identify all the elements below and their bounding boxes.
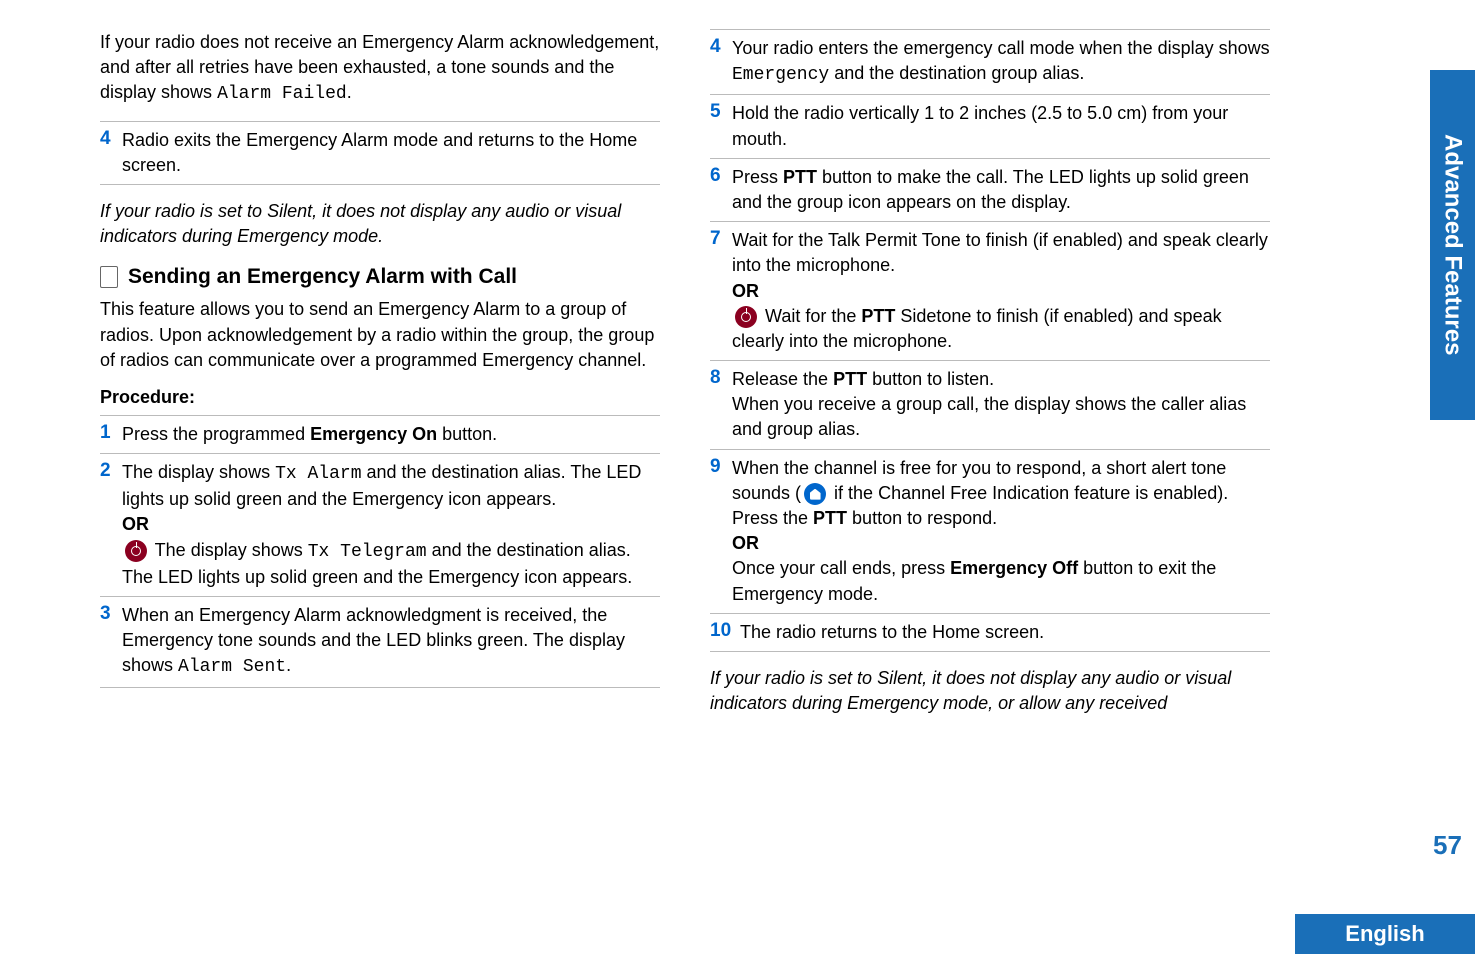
- or-label: OR: [122, 512, 660, 537]
- language-label: English: [1295, 914, 1475, 954]
- heading-desc: This feature allows you to send an Emerg…: [100, 297, 660, 373]
- or-label: OR: [732, 531, 1270, 556]
- radio-icon: [735, 306, 757, 328]
- left-column: If your radio does not receive an Emerge…: [100, 30, 660, 730]
- step-number: 4: [100, 128, 122, 178]
- text: Wait for the Talk Permit Tone to finish …: [732, 230, 1268, 275]
- text: button to respond.: [847, 508, 997, 528]
- channel-icon-inner: [810, 489, 821, 500]
- step-1: 1 Press the programmed Emergency On butt…: [100, 415, 660, 454]
- bold: Emergency Off: [950, 558, 1078, 578]
- section-heading: Sending an Emergency Alarm with Call: [100, 265, 660, 289]
- page-content: If your radio does not receive an Emerge…: [0, 0, 1475, 790]
- step-body: Radio exits the Emergency Alarm mode and…: [122, 128, 660, 178]
- channel-icon: [804, 483, 826, 505]
- document-icon: [100, 266, 118, 288]
- intro-mono: Alarm Failed: [217, 84, 347, 104]
- bold: PTT: [813, 508, 847, 528]
- text: Press the programmed: [122, 424, 310, 444]
- step-number: 4: [710, 36, 732, 88]
- step-body: Press the programmed Emergency On button…: [122, 422, 660, 447]
- intro-end: .: [347, 82, 352, 102]
- or-label: OR: [732, 279, 1270, 304]
- intro-para: If your radio does not receive an Emerge…: [100, 30, 660, 108]
- step-number: 8: [710, 367, 732, 443]
- step-number: 9: [710, 456, 732, 607]
- step-body: Press PTT button to make the call. The L…: [732, 165, 1270, 215]
- mono: Tx Telegram: [308, 542, 427, 562]
- text: When you receive a group call, the displ…: [732, 392, 1270, 442]
- step-4r: 4 Your radio enters the emergency call m…: [710, 29, 1270, 95]
- step-6: 6 Press PTT button to make the call. The…: [710, 158, 1270, 222]
- radio-icon: [125, 540, 147, 562]
- bold: PTT: [783, 167, 817, 187]
- step-8: 8 Release the PTT button to listen. When…: [710, 360, 1270, 450]
- step-body: When an Emergency Alarm acknowledgment i…: [122, 603, 660, 681]
- text: Wait for the: [760, 306, 861, 326]
- step-body: Wait for the Talk Permit Tone to finish …: [732, 228, 1270, 354]
- text: button to listen.: [867, 369, 994, 389]
- mono: Alarm Sent: [178, 657, 286, 677]
- step-body: The display shows Tx Alarm and the desti…: [122, 460, 660, 590]
- text: Release the: [732, 369, 833, 389]
- step-body: Release the PTT button to listen. When y…: [732, 367, 1270, 443]
- step-body: Hold the radio vertically 1 to 2 inches …: [732, 101, 1270, 151]
- italic-note: If your radio is set to Silent, it does …: [100, 199, 660, 249]
- bold: PTT: [861, 306, 895, 326]
- step-4: 4 Radio exits the Emergency Alarm mode a…: [100, 121, 660, 185]
- mono: Tx Alarm: [275, 464, 361, 484]
- step-10: 10 The radio returns to the Home screen.: [710, 613, 1270, 652]
- page-number: 57: [1430, 830, 1465, 861]
- text: Your radio enters the emergency call mod…: [732, 38, 1270, 58]
- right-column: 4 Your radio enters the emergency call m…: [710, 30, 1270, 730]
- antenna-icon: [741, 312, 751, 322]
- step-3: 3 When an Emergency Alarm acknowledgment…: [100, 596, 660, 688]
- mono: Emergency: [732, 65, 829, 85]
- step-number: 5: [710, 101, 732, 151]
- step-body: Your radio enters the emergency call mod…: [732, 36, 1270, 88]
- step-body: The radio returns to the Home screen.: [740, 620, 1270, 645]
- antenna-icon: [131, 546, 141, 556]
- step-number: 7: [710, 228, 732, 354]
- or-line: The display shows Tx Telegram and the de…: [122, 538, 660, 590]
- step-7: 7 Wait for the Talk Permit Tone to finis…: [710, 221, 1270, 361]
- side-tab-text: Advanced Features: [1439, 134, 1467, 355]
- step-number: 2: [100, 460, 122, 590]
- step-number: 10: [710, 620, 740, 645]
- side-tab: Advanced Features: [1430, 70, 1475, 420]
- text: .: [286, 655, 291, 675]
- bold: Emergency On: [310, 424, 437, 444]
- intro-text: If your radio does not receive an Emerge…: [100, 32, 659, 102]
- text: Once your call ends, press: [732, 558, 950, 578]
- step-number: 3: [100, 603, 122, 681]
- text: button.: [437, 424, 497, 444]
- italic-note-right: If your radio is set to Silent, it does …: [710, 666, 1270, 716]
- bold: PTT: [833, 369, 867, 389]
- text: and the destination group alias.: [829, 63, 1084, 83]
- step-5: 5 Hold the radio vertically 1 to 2 inche…: [710, 94, 1270, 158]
- text: The display shows: [150, 540, 308, 560]
- procedure-label: Procedure:: [100, 387, 660, 408]
- step-2: 2 The display shows Tx Alarm and the des…: [100, 453, 660, 597]
- step-body: When the channel is free for you to resp…: [732, 456, 1270, 607]
- or-line: Once your call ends, press Emergency Off…: [732, 556, 1270, 606]
- step-number: 6: [710, 165, 732, 215]
- heading-text: Sending an Emergency Alarm with Call: [128, 265, 517, 289]
- text: Press: [732, 167, 783, 187]
- step-number: 1: [100, 422, 122, 447]
- text: The display shows: [122, 462, 275, 482]
- step-9: 9 When the channel is free for you to re…: [710, 449, 1270, 614]
- or-line: Wait for the PTT Sidetone to finish (if …: [732, 304, 1270, 354]
